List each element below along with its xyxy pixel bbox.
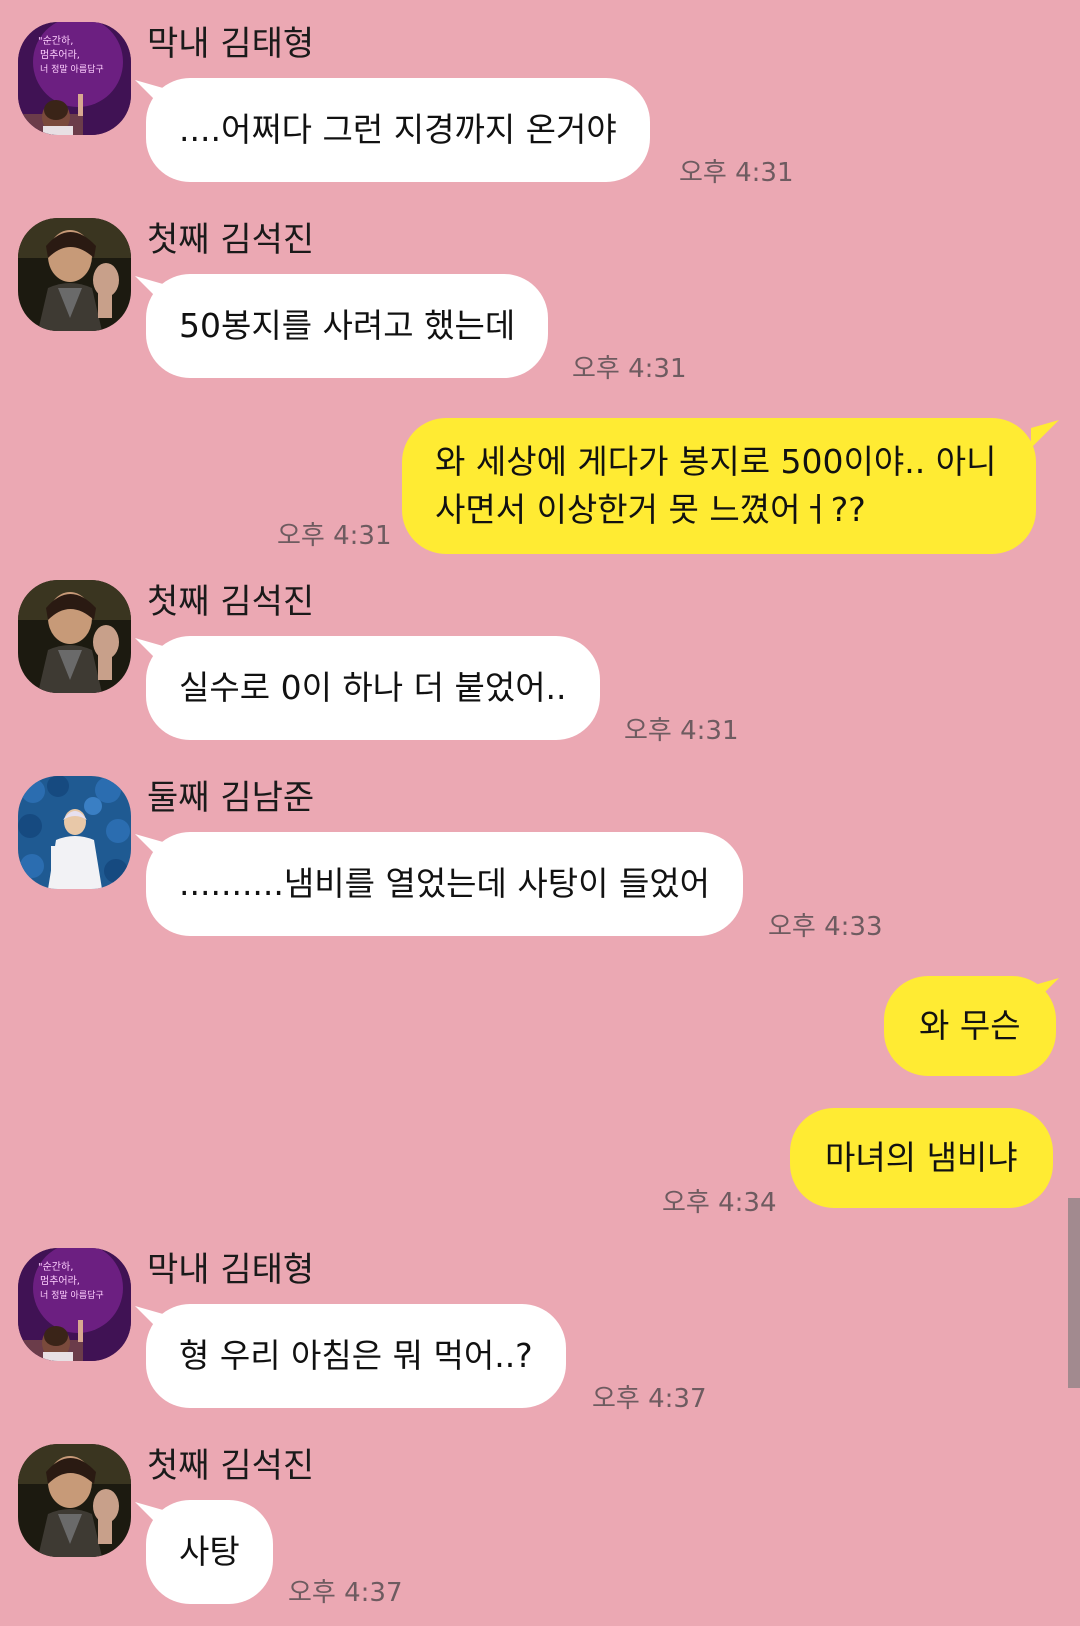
message-bubble[interactable]: ....어쩌다 그런 지경까지 온거야	[146, 78, 650, 182]
sender-name: 첫째 김석진	[147, 582, 315, 622]
message-time: 오후 4:37	[592, 1384, 707, 1414]
bubble-tail	[1031, 978, 1059, 1006]
message-time: 오후 4:31	[624, 716, 739, 746]
scrollbar[interactable]	[1068, 1198, 1080, 1388]
neon-sign-line: 너 정말 아름답구	[40, 1289, 104, 1301]
message-bubble[interactable]: 와 세상에 게다가 봉지로 500이야.. 아니 사면서 이상한거 못 느꼈어ㅓ…	[402, 418, 1037, 554]
neon-sign-line: "순간하,	[38, 34, 73, 47]
message-bubble[interactable]: 형 우리 아침은 뭐 먹어..?	[146, 1304, 566, 1408]
message-bubble[interactable]: 사탕	[146, 1500, 273, 1604]
message-bubble[interactable]: 마녀의 냄비냐	[790, 1108, 1053, 1208]
sender-name: 첫째 김석진	[147, 1446, 315, 1486]
sender-name: 첫째 김석진	[147, 220, 315, 260]
message-bubble[interactable]: 와 무슨	[884, 976, 1056, 1076]
sender-name: 막내 김태형	[147, 24, 315, 64]
sender-name: 막내 김태형	[147, 1250, 315, 1290]
avatar[interactable]	[18, 218, 131, 331]
neon-sign-line: 멈추어라,	[40, 1275, 80, 1287]
avatar[interactable]	[18, 1444, 131, 1557]
message-time: 오후 4:33	[768, 912, 883, 942]
message-time: 오후 4:31	[277, 521, 392, 551]
sender-name: 둘째 김남준	[147, 778, 315, 818]
bubble-tail	[1031, 420, 1059, 448]
message-bubble[interactable]: ..........냄비를 열었는데 사탕이 들었어	[146, 832, 744, 936]
avatar[interactable]: "순간하, 멈추어라, 너 정말 아름답구	[18, 1248, 131, 1361]
avatar[interactable]: "순간하, 멈추어라, 너 정말 아름답구	[18, 22, 131, 135]
message-time: 오후 4:31	[679, 158, 794, 188]
message-line: 사면서 이상한거 못 느꼈어ㅓ??	[435, 490, 866, 529]
neon-sign-line: 멈추어라,	[40, 49, 80, 61]
message-time: 오후 4:31	[572, 354, 687, 384]
message-line: 와 세상에 게다가 봉지로 500이야.. 아니	[435, 442, 997, 481]
neon-sign-line: "순간하,	[38, 1260, 73, 1273]
message-bubble[interactable]: 50봉지를 사려고 했는데	[146, 274, 549, 378]
avatar[interactable]	[18, 580, 131, 693]
avatar[interactable]	[18, 776, 131, 889]
message-bubble[interactable]: 실수로 0이 하나 더 붙었어..	[146, 636, 600, 740]
message-time: 오후 4:34	[662, 1188, 777, 1218]
neon-sign-line: 너 정말 아름답구	[40, 63, 104, 75]
message-time: 오후 4:37	[288, 1578, 403, 1608]
